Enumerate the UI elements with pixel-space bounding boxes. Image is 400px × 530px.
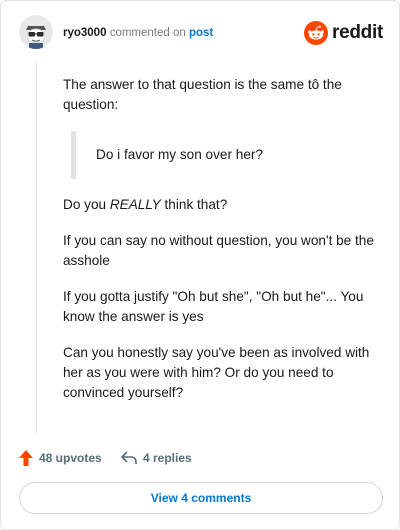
quote-text: Do i favor my son over her? [96,147,263,162]
text-span: think that? [160,197,228,212]
replies-button[interactable]: 4 replies [121,447,192,469]
comment-meta: ryo3000 commented on post [63,27,213,39]
emphasis-text: REALLY [109,197,161,212]
comment-paragraph: Do you REALLY think that? [63,195,381,215]
commented-on-text: commented on [109,27,186,39]
upvote-arrow-icon [19,450,33,466]
text-span: Do you [63,197,110,212]
comment-paragraph: If you gotta justify "Oh but she", "Oh b… [63,289,364,324]
comment-actions: 48 upvotes 4 replies [19,447,383,469]
username-link[interactable]: ryo3000 [63,27,106,39]
comment-body: The answer to that question is the same … [63,75,381,419]
reddit-logo[interactable]: reddit [304,20,383,46]
upvote-button[interactable]: 48 upvotes [19,447,102,469]
upvote-count: 48 upvotes [39,451,102,465]
thread-line[interactable] [36,63,37,433]
view-comments-button[interactable]: View 4 comments [19,482,383,514]
blockquote: Do i favor my son over her? [71,131,381,179]
comment-paragraph: The answer to that question is the same … [63,77,342,112]
reply-count: 4 replies [143,451,192,465]
comment-paragraph: If you can say no without question, you … [63,233,374,268]
comment-card: ryo3000 commented on post reddit The ans… [0,0,400,530]
comment-header: ryo3000 commented on post reddit [19,15,383,51]
snoo-avatar-icon [19,15,53,49]
post-link[interactable]: post [189,27,213,39]
avatar[interactable] [19,15,53,49]
reply-arrow-icon [121,451,137,464]
reddit-wordmark: reddit [332,22,383,43]
comment-paragraph: Can you honestly say you've been as invo… [63,345,370,400]
reddit-snoo-icon [304,21,329,45]
